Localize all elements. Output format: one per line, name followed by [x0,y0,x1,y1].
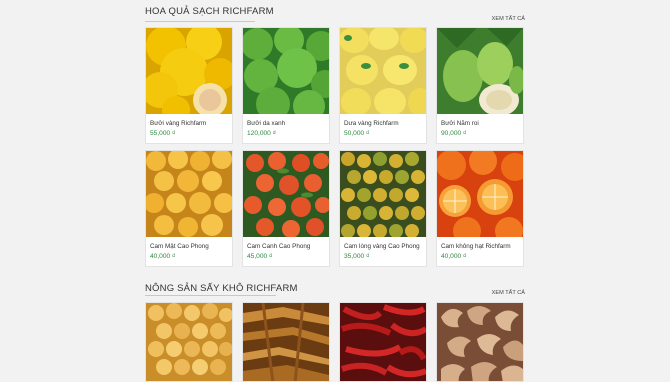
dried-produce-section: NÔNG SẢN SẤY KHÔ RICHFARM XEM TẤT CẢ [145,283,525,303]
product-card[interactable]: Dưa vàng Richfarm 50,000 ₫ [339,27,427,144]
product-card[interactable]: Bưởi vàng Richfarm 55,000 ₫ [145,27,233,144]
product-name[interactable]: Bưởi da xanh [247,120,285,127]
product-card[interactable]: Bưởi Năm roi 90,000 ₫ [436,27,524,144]
green-pomelo-image [243,28,329,114]
section-title-underline [145,21,255,22]
seedless-orange-image [437,151,523,237]
section-header: NÔNG SẢN SẤY KHÔ RICHFARM XEM TẤT CẢ [145,283,525,303]
product-card[interactable]: Cam Canh Cao Phong 45,000 ₫ [242,150,330,267]
product-card[interactable]: Cam Mật Cao Phong 40,000 ₫ [145,150,233,267]
section-title: NÔNG SẢN SẤY KHÔ RICHFARM [145,283,298,294]
dried-chili-image [340,303,426,381]
section-title: HOA QUẢ SẠCH RICHFARM [145,6,274,17]
product-price: 40,000 ₫ [150,253,176,260]
product-card[interactable] [145,302,233,382]
product-card[interactable] [339,302,427,382]
small-orange-image [340,151,426,237]
product-card[interactable]: Cam không hạt Richfarm 40,000 ₫ [436,150,524,267]
see-all-link[interactable]: XEM TẤT CẢ [492,290,525,296]
product-price: 45,000 ₫ [247,253,273,260]
product-card[interactable]: Cam lòng vàng Cao Phong 35,000 ₫ [339,150,427,267]
nam-roi-pomelo-image [437,28,523,114]
dried-chickpea-image [146,303,232,381]
product-card[interactable]: Bưởi da xanh 120,000 ₫ [242,27,330,144]
honey-orange-image [146,151,232,237]
product-price: 90,000 ₫ [441,130,467,137]
dried-bamboo-shoot-image [243,303,329,381]
product-price: 35,000 ₫ [344,253,370,260]
product-name[interactable]: Cam Mật Cao Phong [150,243,209,250]
section-title-underline [145,295,276,296]
product-name[interactable]: Bưởi vàng Richfarm [150,120,206,127]
product-name[interactable]: Dưa vàng Richfarm [344,120,399,127]
product-price: 40,000 ₫ [441,253,467,260]
product-price: 50,000 ₫ [344,130,370,137]
product-name[interactable]: Cam lòng vàng Cao Phong [344,243,420,250]
product-name[interactable]: Cam Canh Cao Phong [247,243,310,250]
product-name[interactable]: Bưởi Năm roi [441,120,479,127]
section-header: HOA QUẢ SẠCH RICHFARM XEM TẤT CẢ [145,6,525,26]
canh-orange-image [243,151,329,237]
product-card[interactable] [242,302,330,382]
see-all-link[interactable]: XEM TẤT CẢ [492,16,525,22]
product-price: 120,000 ₫ [247,130,277,137]
yellow-pomelo-image [146,28,232,114]
yellow-melon-image [340,28,426,114]
product-price: 55,000 ₫ [150,130,176,137]
cashew-nut-image [437,303,523,381]
product-name[interactable]: Cam không hạt Richfarm [441,243,511,250]
product-card[interactable] [436,302,524,382]
